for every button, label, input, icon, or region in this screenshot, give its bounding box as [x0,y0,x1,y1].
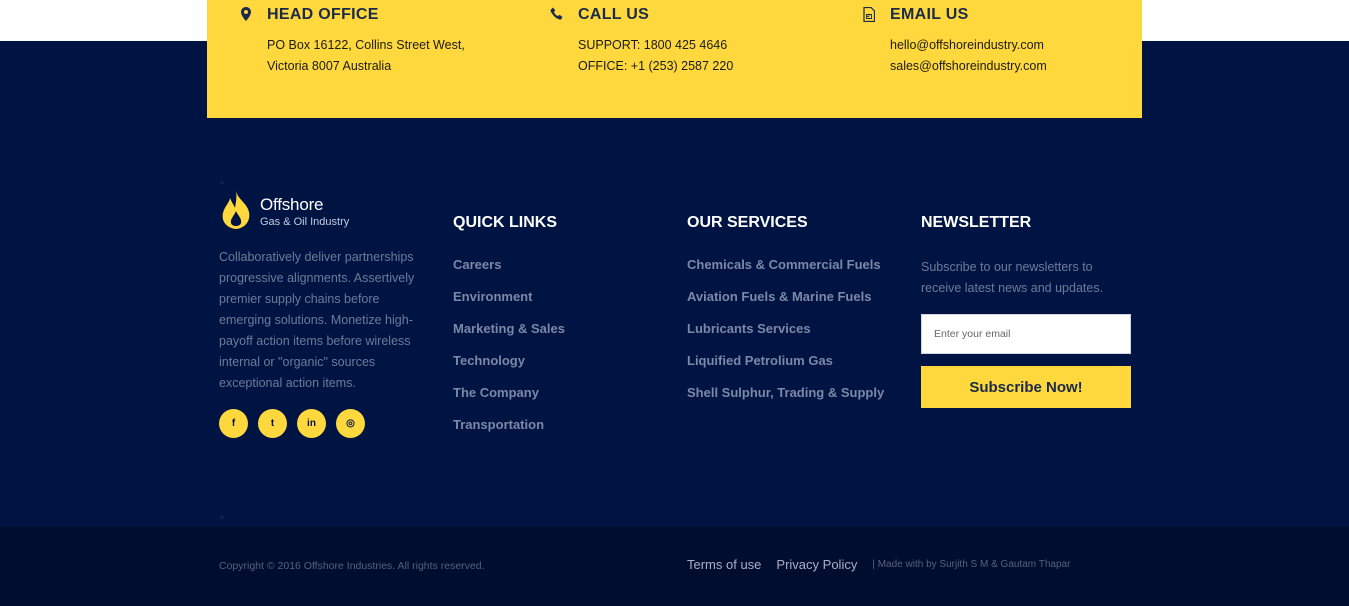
service-liquified-petrolium-gas[interactable]: Liquified Petrolium Gas [687,353,884,385]
head-office-line-1: PO Box 16122, Collins Street West, [267,38,465,52]
support-phone[interactable]: SUPPORT: 1800 425 4646 [578,38,727,52]
brand-tagline: Gas & Oil Industry [260,216,350,228]
newsletter-text: Subscribe to our newsletters to receive … [921,260,1104,295]
call-us-title: CALL US [578,6,650,23]
services-list: Chemicals & Commercial Fuels Aviation Fu… [687,257,884,417]
head-office-line-2: Victoria 8007 Australia [267,59,392,73]
copyright-text: Copyright © 2016 Offshore Industries. Al… [219,560,485,572]
quick-links-title: QUICK LINKS [453,214,557,231]
twitter-icon[interactable]: t [258,409,287,438]
sales-email-link[interactable]: sales@offshoreindustry.com [890,59,1047,73]
our-services-title: OUR SERVICES [687,214,808,231]
facebook-icon[interactable]: f [219,409,248,438]
newsletter-email-input[interactable] [921,314,1131,354]
made-by-credit: | Made with by Surjith S M & Gautam Thap… [872,559,1071,570]
stray-mark: > [220,180,225,187]
email-us-title: EMAIL US [890,6,969,23]
phone-icon [549,6,565,22]
service-shell-sulphur-trading-supply[interactable]: Shell Sulphur, Trading & Supply [687,385,884,417]
stray-mark: > [220,515,225,522]
contact-strip: HEAD OFFICE PO Box 16122, Collins Street… [207,0,1142,118]
hello-email-link[interactable]: hello@offshoreindustry.com [890,38,1044,52]
about-text: Collaboratively deliver partnerships pro… [219,250,415,390]
flame-icon [219,190,253,235]
quick-link-technology[interactable]: Technology [453,353,565,385]
quick-link-careers[interactable]: Careers [453,257,565,289]
privacy-policy-link[interactable]: Privacy Policy [776,557,857,572]
brand-name: Offshore [260,195,324,214]
service-chemicals-commercial-fuels[interactable]: Chemicals & Commercial Fuels [687,257,884,289]
quick-link-environment[interactable]: Environment [453,289,565,321]
service-lubricants[interactable]: Lubricants Services [687,321,884,353]
quick-link-transportation[interactable]: Transportation [453,417,565,449]
social-links: f t in ◎ [219,409,365,438]
quick-links-list: Careers Environment Marketing & Sales Te… [453,257,565,449]
office-phone[interactable]: OFFICE: +1 (253) 2587 220 [578,59,733,73]
email-file-icon [861,6,877,22]
logo[interactable]: Offshore Gas & Oil Industry [219,190,369,232]
head-office-title: HEAD OFFICE [267,6,379,23]
quick-link-the-company[interactable]: The Company [453,385,565,417]
bottom-bar [0,527,1349,606]
newsletter-title: NEWSLETTER [921,214,1032,231]
service-aviation-marine-fuels[interactable]: Aviation Fuels & Marine Fuels [687,289,884,321]
subscribe-button[interactable]: Subscribe Now! [921,366,1131,408]
instagram-icon[interactable]: ◎ [336,409,365,438]
linkedin-icon[interactable]: in [297,409,326,438]
terms-of-use-link[interactable]: Terms of use [687,557,761,572]
map-pin-icon [238,6,254,22]
bottom-links: Terms of use Privacy Policy | Made with … [687,557,1070,572]
quick-link-marketing-sales[interactable]: Marketing & Sales [453,321,565,353]
